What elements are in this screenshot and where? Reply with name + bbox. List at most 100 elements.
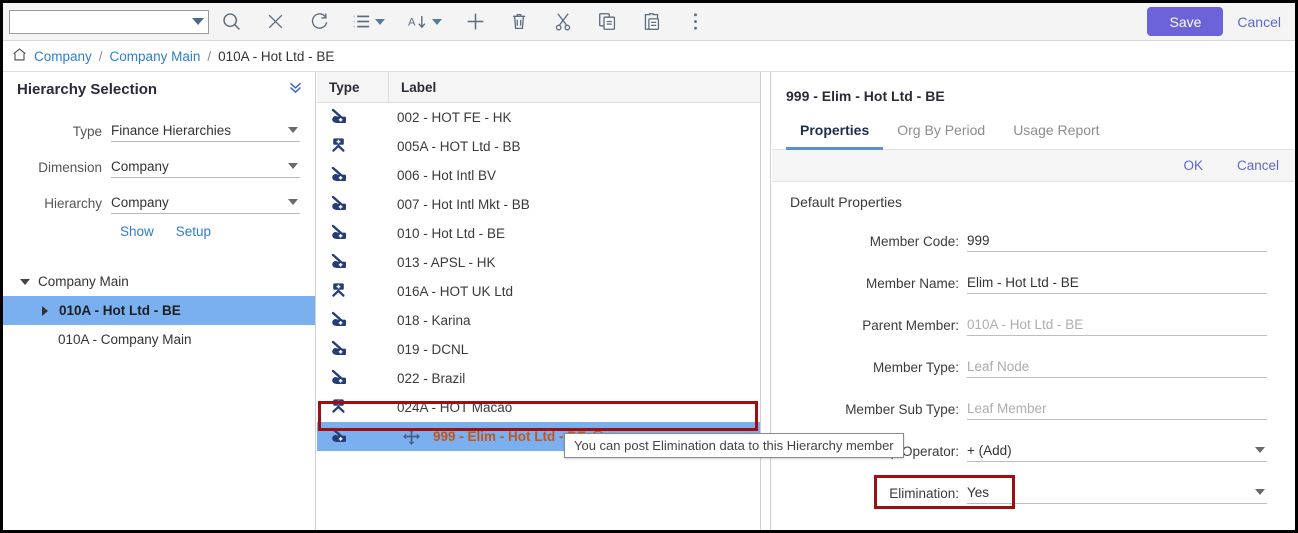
property-value: Yes [967,484,990,500]
property-input[interactable]: Elim - Hot Ltd - BE [967,271,1267,294]
home-icon[interactable] [12,47,27,65]
cut-button[interactable] [541,3,585,41]
grid-row[interactable]: 002 - HOT FE - HK [317,103,760,132]
save-button[interactable]: Save [1147,7,1224,36]
sort-icon: A [408,14,427,30]
grid-row[interactable]: 007 - Hot Intl Mkt - BB [317,190,760,219]
field-type-select[interactable]: Finance Hierarchies [111,119,300,142]
grid-body: 002 - HOT FE - HK 005A - HOT Ltd - BB 00… [317,103,760,451]
property-row: Member Sub Type: Leaf Member [772,378,1295,420]
property-label: Member Sub Type: [845,402,959,417]
more-options-icon [693,12,698,31]
grid-row[interactable]: 005A - HOT Ltd - BB [317,132,760,161]
delete-icon [510,12,528,31]
list-view-button[interactable] [341,3,397,41]
sidebar-action-links: Show Setup [3,224,315,239]
add-button[interactable] [453,3,497,41]
grid-row-label: 019 - DCNL [397,342,469,357]
leaf-node-icon [317,195,389,215]
toolbar: A Save Cancel [3,3,1295,41]
ok-button[interactable]: OK [1183,158,1203,173]
copy-button[interactable] [585,3,629,41]
property-label: Member Type: [872,360,959,375]
tab-properties[interactable]: Properties [786,122,884,150]
breadcrumb-item-1[interactable]: Company Main [110,49,201,64]
property-value: 010A - Hot Ltd - BE [967,316,1084,332]
grid-row[interactable]: 024A - HOT Macao [317,393,760,422]
grid-row[interactable]: 022 - Brazil [317,364,760,393]
search-icon [221,11,242,32]
tree-item-010a-company-main[interactable]: 010A - Company Main [3,325,315,354]
grid-row-label: 013 - APSL - HK [397,255,496,270]
grid-row-label: 016A - HOT UK Ltd [397,284,514,299]
show-link[interactable]: Show [120,224,154,239]
chevron-down-icon [288,199,298,205]
grid-row-label: 022 - Brazil [397,371,466,386]
copy-icon [598,12,617,31]
chevron-right-icon[interactable] [37,305,53,316]
field-type-label: Type [72,124,102,139]
property-select[interactable]: + (Add) [967,439,1267,462]
refresh-button[interactable] [297,3,341,41]
tree-item-company-main[interactable]: Company Main [3,267,315,296]
tree-item-label: 010A - Hot Ltd - BE [59,303,181,318]
sort-button[interactable]: A [397,3,453,41]
tree-item-010a-hot-ltd-be[interactable]: 010A - Hot Ltd - BE [3,296,315,325]
more-options-button[interactable] [673,3,717,41]
chevron-down-icon[interactable] [1255,447,1265,453]
hierarchy-selection-panel: Hierarchy Selection Type Finance Hierarc… [3,72,316,530]
field-hierarchy-label: Hierarchy [44,196,102,211]
properties-list: Member Code: 999 Member Name: Elim - Hot Lt… [772,210,1295,504]
tree-item-label: 010A - Company Main [58,332,192,347]
grid-row[interactable]: 006 - Hot Intl BV [317,161,760,190]
clear-button[interactable] [253,3,297,41]
property-input[interactable]: 999 [967,229,1267,252]
setup-link[interactable]: Setup [176,224,211,239]
chevron-down-icon[interactable] [1255,489,1265,495]
property-input: Leaf Member [967,397,1267,420]
paste-icon [642,12,661,31]
field-dimension-label: Dimension [38,160,102,175]
grid-row-label: 018 - Karina [397,313,471,328]
cancel-button[interactable]: Cancel [1237,14,1281,30]
search-input[interactable] [14,13,192,30]
double-chevron-down-icon[interactable] [288,80,303,98]
search-combobox[interactable] [9,9,209,34]
grid-row[interactable]: 010 - Hot Ltd - BE [317,219,760,248]
tab-usage-report[interactable]: Usage Report [999,122,1113,150]
chevron-down-icon [432,18,442,25]
grid-row[interactable]: 016A - HOT UK Ltd [317,277,760,306]
chevron-down-icon[interactable] [192,18,204,25]
breadcrumb-item-0[interactable]: Company [34,49,92,64]
chevron-down-icon[interactable] [17,278,33,285]
paste-button[interactable] [629,3,673,41]
hierarchy-tree: Company Main 010A - Hot Ltd - BE 010A - … [3,267,315,354]
property-value: Leaf Node [967,358,1030,374]
grid-row[interactable]: 013 - APSL - HK [317,248,760,277]
delete-button[interactable] [497,3,541,41]
grid-row[interactable]: 019 - DCNL [317,335,760,364]
field-hierarchy-select[interactable]: Company [111,191,300,214]
grid-header: Type Label [317,71,760,103]
move-handle-icon[interactable] [389,428,433,445]
breadcrumb-separator: / [207,48,212,64]
field-dimension: Dimension Company [3,146,315,178]
field-dimension-select[interactable]: Company [111,155,300,178]
column-header-label[interactable]: Label [389,80,436,95]
refresh-icon [310,12,329,31]
details-cancel-button[interactable]: Cancel [1237,158,1279,173]
grid-row-label: 002 - HOT FE - HK [397,110,512,125]
leaf-node-icon [317,253,389,273]
property-input: 010A - Hot Ltd - BE [967,313,1267,336]
property-input: Leaf Node [967,355,1267,378]
search-button[interactable] [209,3,253,41]
field-type: Type Finance Hierarchies [3,110,315,142]
property-row: Parent Member: 010A - Hot Ltd - BE [772,294,1295,336]
tab-org-by-period[interactable]: Org By Period [883,122,999,150]
column-header-type[interactable]: Type [317,71,389,103]
grid-row[interactable]: 018 - Karina [317,306,760,335]
leaf-node-icon [317,427,389,447]
members-grid-panel: Type Label 002 - HOT FE - HK 005A - HOT … [317,71,761,530]
grid-row-label: 006 - Hot Intl BV [397,168,497,183]
property-select[interactable]: Yes [967,481,1267,504]
